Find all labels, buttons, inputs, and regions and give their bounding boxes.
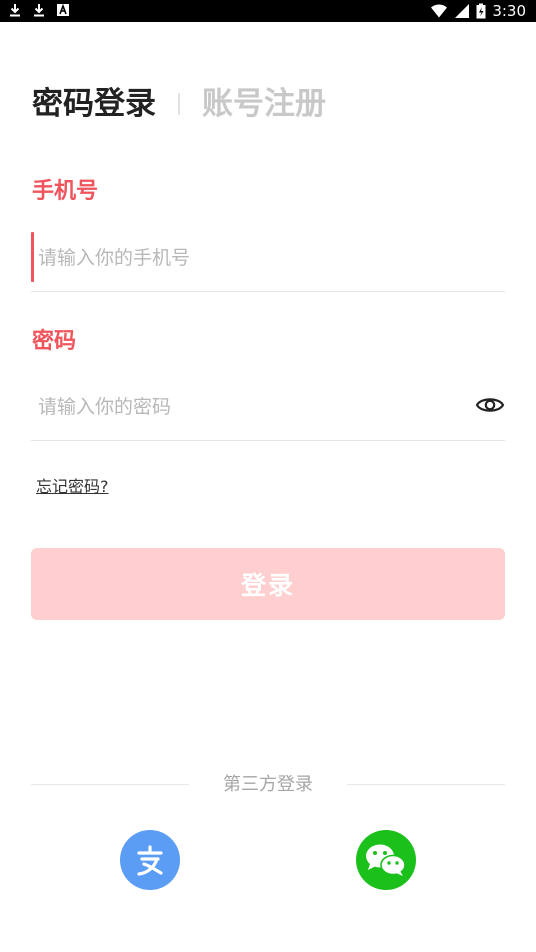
- download-icon: [34, 4, 44, 17]
- battery-charging-icon: [476, 3, 486, 19]
- tab-account-register[interactable]: 账号注册: [202, 84, 326, 124]
- login-button[interactable]: 登录: [31, 548, 505, 620]
- phone-input[interactable]: [38, 240, 458, 276]
- login-tabs: 密码登录 账号注册: [32, 84, 326, 124]
- signal-icon: [455, 4, 470, 18]
- font-a-icon: [57, 3, 69, 16]
- text-cursor: [31, 232, 34, 282]
- eye-icon[interactable]: [475, 392, 505, 418]
- phone-label: 手机号: [32, 179, 99, 204]
- tab-divider: [178, 93, 180, 115]
- wifi-icon: [431, 4, 448, 18]
- tab-password-login[interactable]: 密码登录: [32, 84, 156, 124]
- download-icon: [10, 4, 20, 17]
- password-label: 密码: [32, 329, 77, 354]
- status-time: 3:30: [492, 2, 526, 20]
- password-field: [31, 381, 505, 441]
- status-bar: 3:30: [0, 0, 536, 22]
- wechat-icon: [366, 844, 406, 876]
- alipay-icon: [137, 845, 163, 876]
- divider-line-right: [347, 784, 505, 785]
- third-party-divider: 第三方登录: [31, 772, 505, 798]
- forgot-password-link[interactable]: 忘记密码?: [36, 477, 109, 497]
- phone-field: [31, 232, 505, 292]
- password-input[interactable]: [38, 389, 458, 425]
- wechat-login-button[interactable]: [356, 830, 416, 890]
- alipay-login-button[interactable]: [120, 830, 180, 890]
- third-party-label: 第三方登录: [223, 774, 313, 795]
